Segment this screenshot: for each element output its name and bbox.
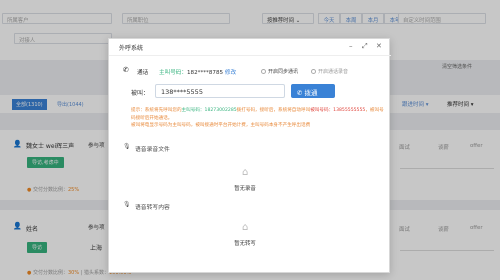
recording-empty-text: 暂无录音: [234, 186, 256, 192]
tip-prefix: 提示：系统将先呼叫您的: [131, 108, 182, 113]
microphone-icon: 🎙: [123, 143, 131, 150]
minimize-icon[interactable]: –: [349, 42, 353, 50]
radio-icon: [311, 69, 316, 74]
empty-box-icon: ⌂: [242, 167, 249, 178]
tip-callee-number: 被叫号码：13855555555: [310, 108, 366, 113]
outbound-call-dialog: 外呼系统 – ⤢ ✕ ✆ 通话 主叫号码：182****8785 修改 开启同步…: [108, 38, 391, 273]
dialog-title: 外呼系统: [119, 45, 144, 52]
close-icon[interactable]: ✕: [376, 42, 382, 50]
empty-box-icon: ⌂: [242, 222, 249, 233]
microphone-icon: 🎙: [123, 201, 131, 208]
record-call-label: 开启通话录音: [318, 69, 349, 75]
radio-icon: [261, 69, 266, 74]
transcript-empty-text: 暂无转写: [234, 241, 256, 247]
main-number-value: 182****8785: [186, 70, 224, 76]
sync-contacts-label: 开启同步通讯: [268, 69, 299, 75]
transcript-section-title: 语音转写内容: [135, 205, 170, 211]
call-label: 通话: [137, 70, 149, 76]
tip-billing-note: 被叫将电显示号码为主叫号码，被叫接通时平台开始计费，主叫号码本身不产生呼出话费: [131, 123, 311, 129]
edit-main-number-link[interactable]: 修改: [225, 70, 236, 76]
phone-icon: ✆: [123, 66, 129, 74]
title-divider: [109, 55, 391, 56]
callee-label: 被叫：: [131, 90, 150, 97]
dial-button-label: 拨通: [304, 89, 318, 97]
maximize-icon[interactable]: ⤢: [362, 42, 368, 51]
tip-main-number: 主叫号码：18273002285: [181, 108, 237, 113]
tip-mid: 拨打号码，接听后，系统将自动呼叫: [236, 108, 311, 113]
dial-button[interactable]: ✆ 拨通: [291, 84, 335, 98]
phone-icon: ✆: [297, 89, 303, 97]
main-number-row: 主叫号码：182****8785 修改: [159, 68, 236, 76]
recording-section-title: 语音录音文件: [135, 147, 170, 153]
callee-number-input[interactable]: 138****5555: [155, 84, 285, 98]
main-number-label: 主叫号码：: [159, 70, 187, 76]
call-tip: 提示：系统将先呼叫您的主叫号码：18273002285拨打号码，接听后，系统将自…: [131, 107, 385, 130]
sync-contacts-option[interactable]: 开启同步通讯: [261, 68, 298, 75]
record-call-option[interactable]: 开启通话录音: [311, 68, 348, 75]
